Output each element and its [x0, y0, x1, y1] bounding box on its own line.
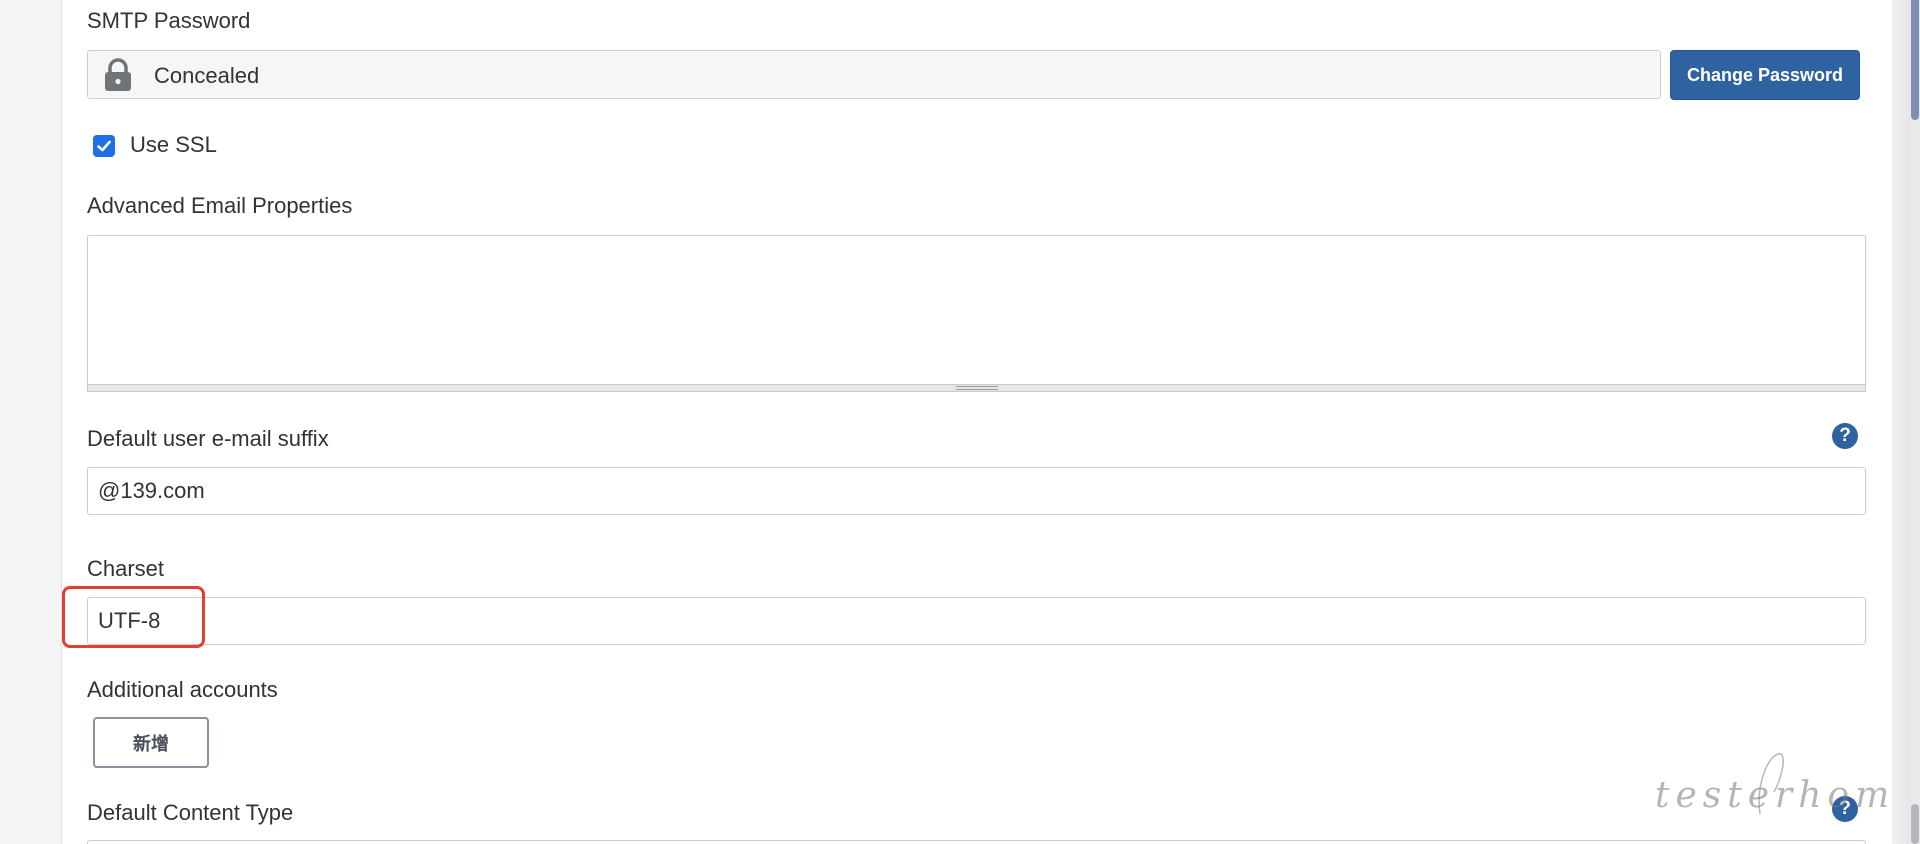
use-ssl-checkbox[interactable] [93, 135, 115, 157]
resize-handle-icon[interactable] [956, 386, 998, 390]
lock-icon [105, 58, 131, 91]
watermark-text: testerhome.com [1655, 775, 1920, 816]
help-icon[interactable]: ? [1832, 423, 1858, 449]
change-password-button[interactable]: Change Password [1670, 50, 1860, 100]
right-panel-edge [1892, 0, 1910, 844]
advanced-email-properties-label: Advanced Email Properties [87, 193, 353, 218]
advanced-email-properties-textarea[interactable] [87, 235, 1866, 385]
textarea-resize-bar[interactable] [87, 384, 1866, 392]
checkmark-icon [97, 140, 111, 152]
smtp-password-label: SMTP Password [87, 8, 251, 33]
charset-input[interactable]: UTF-8 [87, 597, 1866, 645]
default-email-suffix-label: Default user e-mail suffix [87, 426, 329, 451]
default-content-type-select[interactable] [87, 840, 1866, 844]
add-account-button[interactable]: 新增 [93, 717, 209, 768]
charset-label: Charset [87, 556, 165, 581]
smtp-password-concealed-field: Concealed [87, 50, 1661, 99]
use-ssl-label: Use SSL [130, 132, 217, 157]
additional-accounts-label: Additional accounts [87, 677, 278, 702]
default-content-type-label: Default Content Type [87, 800, 294, 825]
scrollbar-top-indicator [1911, 0, 1919, 120]
jenkins-config-page: SMTP Password Concealed Change Password … [0, 0, 1920, 844]
left-gutter [0, 0, 62, 844]
concealed-value: Concealed [154, 63, 260, 88]
vertical-scrollbar[interactable] [1910, 0, 1920, 844]
default-email-suffix-input[interactable]: @139.com [87, 467, 1866, 515]
scrollbar-thumb[interactable] [1911, 804, 1919, 844]
config-form [62, 0, 1892, 844]
